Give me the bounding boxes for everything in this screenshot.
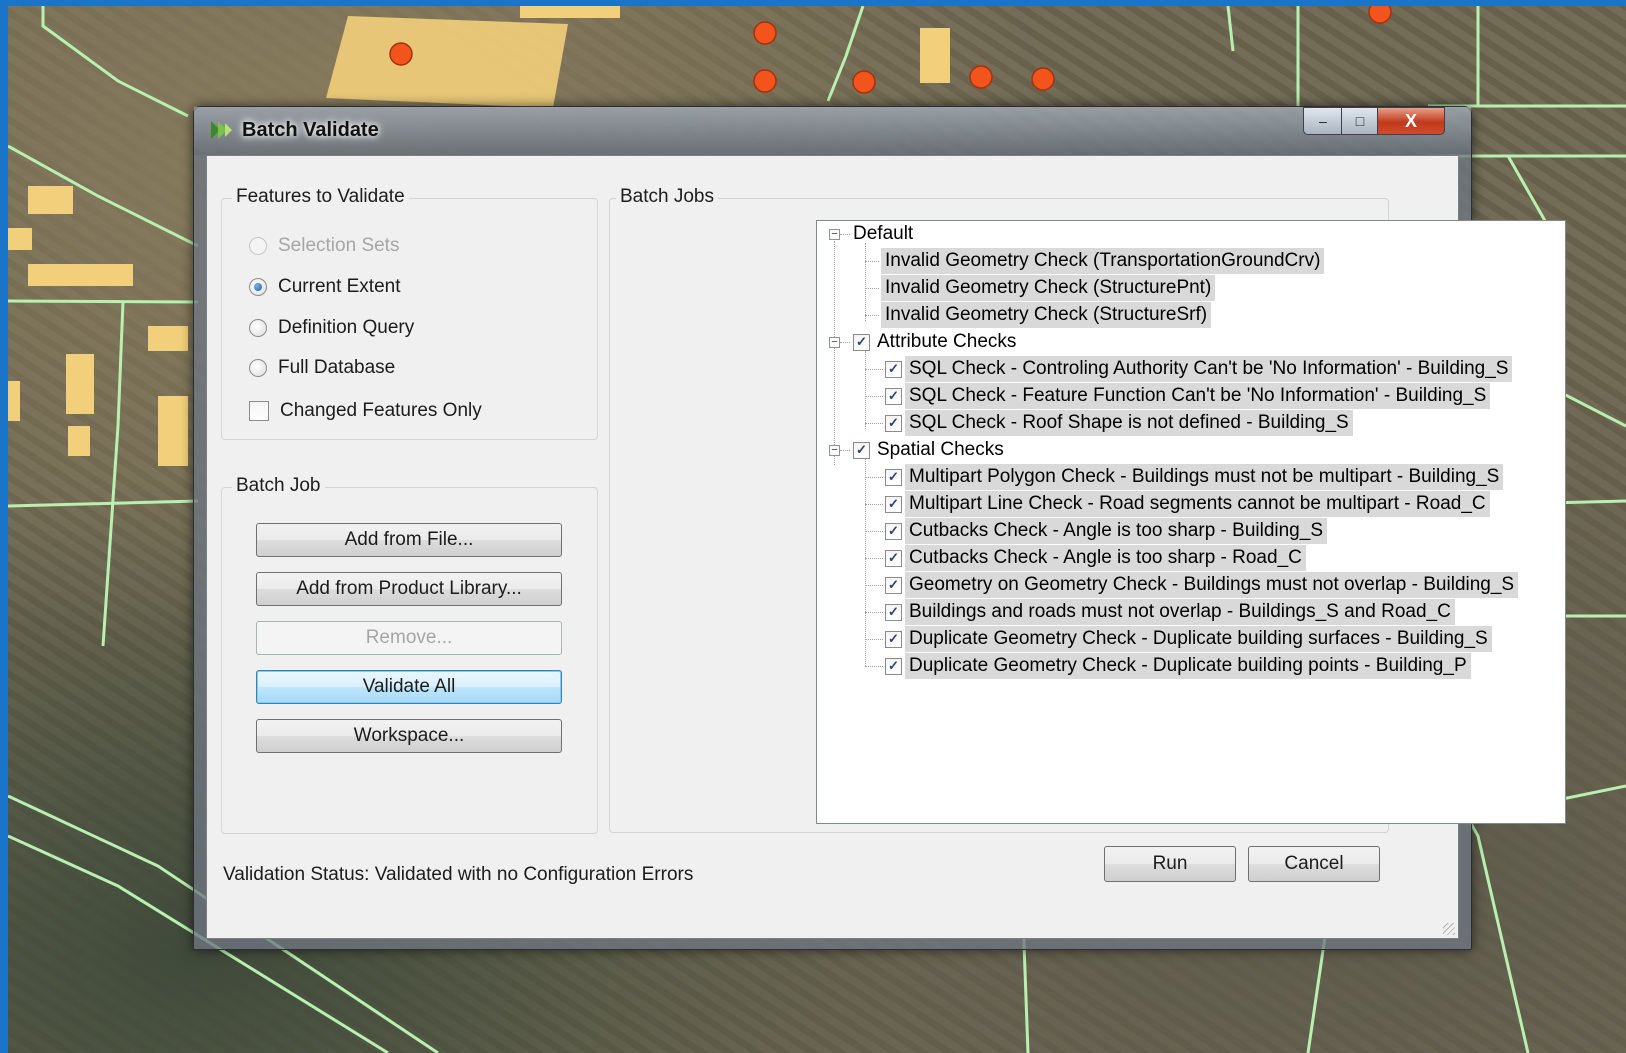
radio-label: Definition Query <box>278 317 415 338</box>
tree-item[interactable]: Invalid Geometry Check (StructureSrf) <box>881 302 1212 328</box>
tree-item-label: Cutbacks Check - Angle is too sharp - Ro… <box>905 545 1306 571</box>
tree-item-label: Duplicate Geometry Check - Duplicate bui… <box>905 626 1492 652</box>
features-group-title: Features to Validate <box>232 186 409 208</box>
tree-item-label: Multipart Polygon Check - Buildings must… <box>905 464 1504 490</box>
remove-button[interactable]: Remove... <box>256 621 562 655</box>
dialog-client-area: Features to Validate Selection Sets Curr… <box>206 155 1566 939</box>
changed-features-only-checkbox[interactable]: Changed Features Only <box>249 400 482 422</box>
tree-item[interactable]: ✓ Buildings and roads must not overlap -… <box>885 599 1455 625</box>
tree-item-label: Invalid Geometry Check (StructureSrf) <box>881 302 1212 328</box>
tree-item[interactable]: ✓ SQL Check - Roof Shape is not defined … <box>885 410 1353 436</box>
checkbox-label: Changed Features Only <box>280 400 482 421</box>
tree-item[interactable]: ✓ SQL Check - Feature Function Can't be … <box>885 383 1491 409</box>
add-from-product-library-button[interactable]: Add from Product Library... <box>256 572 562 606</box>
checkbox[interactable]: ✓ <box>885 468 902 486</box>
validation-status-text: Validation Status: Validated with no Con… <box>223 864 694 885</box>
checkbox[interactable]: ✓ <box>885 657 902 675</box>
collapse-toggle-icon[interactable]: − <box>829 445 840 456</box>
tree-item-label: SQL Check - Roof Shape is not defined - … <box>905 410 1353 436</box>
checkbox[interactable]: ✓ <box>885 522 902 540</box>
checkbox[interactable]: ✓ <box>885 387 902 405</box>
workspace-button[interactable]: Workspace... <box>256 719 562 753</box>
collapse-toggle-icon[interactable]: − <box>829 229 840 240</box>
tree-item-label: Invalid Geometry Check (StructurePnt) <box>881 275 1216 301</box>
tree-item[interactable]: Invalid Geometry Check (StructurePnt) <box>881 275 1216 301</box>
radio-label: Current Extent <box>278 276 401 297</box>
tree-item[interactable]: ✓ Multipart Polygon Check - Buildings mu… <box>885 464 1504 490</box>
tree-item-label: SQL Check - Feature Function Can't be 'N… <box>905 383 1491 409</box>
resize-grip-icon[interactable] <box>1443 923 1455 935</box>
radio-full-database[interactable]: Full Database <box>249 357 395 379</box>
batch-job-group-title: Batch Job <box>232 475 325 497</box>
cancel-button[interactable]: Cancel <box>1248 846 1380 882</box>
batch-validate-app-icon <box>211 121 232 139</box>
radio-button[interactable] <box>249 278 267 296</box>
batch-job-group: Batch Job Add from File... Add from Prod… <box>221 475 598 834</box>
tree-item[interactable]: ✓ Multipart Line Check - Road segments c… <box>885 491 1490 517</box>
tree-group-label: Attribute Checks <box>877 331 1017 352</box>
run-button[interactable]: Run <box>1104 846 1236 882</box>
tree-item-label: Buildings and roads must not overlap - B… <box>905 599 1455 625</box>
checkbox[interactable]: ✓ <box>885 549 902 567</box>
radio-definition-query[interactable]: Definition Query <box>249 317 414 339</box>
features-to-validate-group: Features to Validate Selection Sets Curr… <box>221 186 598 440</box>
title-bar[interactable]: Batch Validate ‒ □ X <box>194 107 1471 155</box>
checkbox[interactable]: ✓ <box>885 576 902 594</box>
radio-button[interactable] <box>249 359 267 377</box>
batch-jobs-tree[interactable]: − Default Invalid Geometry Check (Transp… <box>816 220 1566 824</box>
tree-item-label: Invalid Geometry Check (TransportationGr… <box>881 248 1325 274</box>
batch-jobs-group-title: Batch Jobs <box>616 186 718 208</box>
tree-group-label: Spatial Checks <box>877 439 1004 460</box>
tree-group-label: Default <box>853 223 914 244</box>
tree-item[interactable]: Invalid Geometry Check (TransportationGr… <box>881 248 1325 274</box>
checkbox[interactable]: ✓ <box>853 333 870 351</box>
checkbox[interactable]: ✓ <box>885 414 902 432</box>
validate-all-button[interactable]: Validate All <box>256 670 562 704</box>
tree-item[interactable]: ✓ Cutbacks Check - Angle is too sharp - … <box>885 518 1327 544</box>
radio-label: Full Database <box>278 357 396 378</box>
checkbox[interactable]: ✓ <box>885 495 902 513</box>
close-button[interactable]: X <box>1377 107 1445 135</box>
window-title: Batch Validate <box>242 119 379 141</box>
checkbox[interactable]: ✓ <box>885 630 902 648</box>
checkbox[interactable]: ✓ <box>885 360 902 378</box>
checkbox[interactable]: ✓ <box>885 603 902 621</box>
radio-selection-sets[interactable]: Selection Sets <box>249 235 399 257</box>
tree-item-label: Cutbacks Check - Angle is too sharp - Bu… <box>905 518 1327 544</box>
radio-label: Selection Sets <box>278 235 400 256</box>
tree-item-label: SQL Check - Controling Authority Can't b… <box>905 356 1513 382</box>
tree-item[interactable]: ✓ Duplicate Geometry Check - Duplicate b… <box>885 626 1492 652</box>
tree-group-attribute-checks[interactable]: ✓ Attribute Checks <box>853 329 1020 355</box>
tree-item[interactable]: ✓ Duplicate Geometry Check - Duplicate b… <box>885 653 1471 679</box>
checkbox[interactable]: ✓ <box>853 441 870 459</box>
tree-item[interactable]: ✓ Cutbacks Check - Angle is too sharp - … <box>885 545 1306 571</box>
batch-validate-dialog: Batch Validate ‒ □ X Features to Validat… <box>193 106 1566 950</box>
collapse-toggle-icon[interactable]: − <box>829 337 840 348</box>
tree-group-spatial-checks[interactable]: ✓ Spatial Checks <box>853 437 1008 463</box>
radio-button[interactable] <box>249 237 267 255</box>
maximize-button[interactable]: □ <box>1341 107 1379 135</box>
radio-current-extent[interactable]: Current Extent <box>249 276 401 298</box>
checkbox[interactable] <box>249 401 269 421</box>
tree-item-label: Duplicate Geometry Check - Duplicate bui… <box>905 653 1471 679</box>
radio-button[interactable] <box>249 319 267 337</box>
minimize-button[interactable]: ‒ <box>1303 107 1343 135</box>
tree-item-label: Geometry on Geometry Check - Buildings m… <box>905 572 1519 598</box>
tree-item[interactable]: ✓ Geometry on Geometry Check - Buildings… <box>885 572 1519 598</box>
tree-group-default[interactable]: Default <box>849 221 917 247</box>
add-from-file-button[interactable]: Add from File... <box>256 523 562 557</box>
tree-item[interactable]: ✓ SQL Check - Controling Authority Can't… <box>885 356 1513 382</box>
tree-item-label: Multipart Line Check - Road segments can… <box>905 491 1490 517</box>
